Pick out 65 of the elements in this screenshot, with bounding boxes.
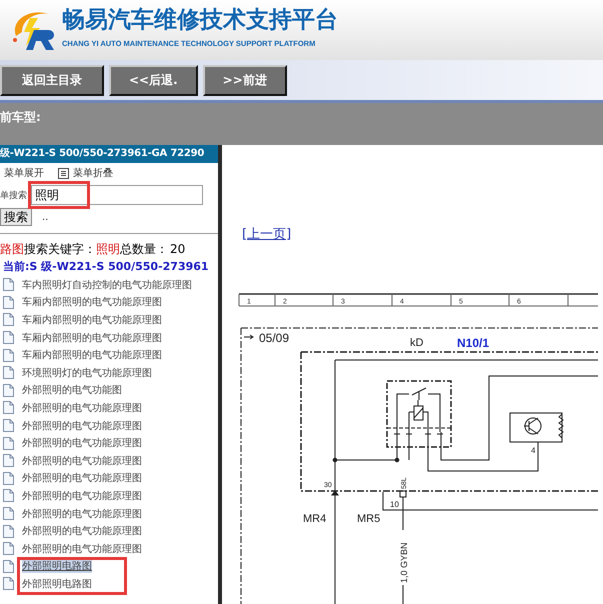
- document-icon: [3, 384, 14, 397]
- site-title: 畅易汽车维修技术支持平台: [62, 6, 338, 34]
- sheet-reference: 05/09: [259, 331, 290, 345]
- diagram-list-item[interactable]: 外部照明的电气功能原理图: [22, 506, 142, 521]
- keyword-label: 搜索关键字：: [24, 242, 96, 256]
- diagram-list-item[interactable]: 外部照明的电气功能原理图: [22, 400, 142, 415]
- connector-label: MR4: [303, 513, 326, 525]
- diagram-list-item[interactable]: 外部照明的电气功能原理图: [22, 454, 142, 468]
- document-icon: [3, 401, 14, 414]
- diagram-list-item[interactable]: 环境照明灯的电气功能原理图: [22, 366, 152, 380]
- diagram-list-item[interactable]: 车厢内部照明的电气功能原理图: [22, 330, 162, 345]
- diagram-list-item[interactable]: 车厢内部照明的电气功能原理图: [22, 295, 162, 310]
- document-icon: [3, 577, 14, 590]
- document-icon: [3, 560, 14, 573]
- sidebar-title: 级-W221-S 500/550-273961-GA 72290: [0, 145, 218, 163]
- diagram-list-item[interactable]: 外部照明电路图: [22, 559, 92, 574]
- annotation-frame: [28, 181, 90, 209]
- document-icon: [3, 419, 14, 432]
- module-code: kD: [410, 337, 424, 349]
- vehicle-label: 前车型:: [0, 110, 41, 124]
- diagram-list-item[interactable]: 车厢内部照明的电气功能原理图: [22, 312, 162, 327]
- search-hint: ..: [42, 212, 48, 222]
- document-icon: [3, 472, 14, 485]
- search-field[interactable]: 照明: [31, 185, 203, 205]
- document-icon: [3, 313, 14, 326]
- document-icon: [3, 436, 14, 450]
- document-icon: [3, 454, 14, 468]
- diagram-list-item[interactable]: 外部照明的电气功能图: [22, 383, 122, 398]
- nav-button[interactable]: <<后退.: [109, 64, 198, 96]
- search-label: 单搜索: [0, 190, 27, 202]
- document-icon: [3, 507, 14, 520]
- current-vehicle: 当前:S 级-W221-S 500/550-273961: [2, 259, 210, 275]
- diagram-list-item[interactable]: 外部照明的电气功能原理图: [22, 418, 142, 433]
- nav-button[interactable]: >>前进: [202, 64, 287, 96]
- diagram-list-item[interactable]: 车厢内部照明的电气功能原理图: [22, 348, 162, 362]
- diagram-list-item[interactable]: 外部照明的电气功能原理图: [22, 488, 142, 503]
- document-icon: [3, 366, 14, 380]
- document-icon: [3, 348, 14, 362]
- search-keyword: 照明: [96, 242, 120, 256]
- diagram-list-item[interactable]: 外部照明的电气功能原理图: [22, 542, 142, 556]
- diagram-list-item[interactable]: 外部照明的电气功能原理图: [22, 436, 142, 450]
- diagram-list-item[interactable]: 外部照明的电气功能原理图: [22, 471, 142, 486]
- document-icon: [3, 542, 14, 556]
- menu-toggle-link[interactable]: 菜单展开: [4, 166, 44, 180]
- previous-page-link[interactable]: [上一页]: [242, 225, 292, 243]
- document-icon: [3, 489, 14, 502]
- diagram-list-item[interactable]: 外部照明电路图: [22, 576, 92, 591]
- pin-label: 10: [390, 500, 399, 509]
- result-count: 20: [170, 242, 186, 256]
- pin-label: 4: [531, 446, 536, 455]
- menu-toggle-link[interactable]: 菜单折叠: [73, 166, 113, 180]
- document-icon: [3, 278, 14, 292]
- result-prefix: 路图: [0, 242, 24, 256]
- diagram-list-item[interactable]: 车内照明灯自动控制的电气功能原理图: [22, 278, 192, 292]
- module-id: N10/1: [457, 336, 490, 350]
- diagram-list-item[interactable]: 外部照明的电气功能原理图: [22, 524, 142, 538]
- document-icon: [3, 331, 14, 344]
- nav-button[interactable]: 返回主目录: [0, 64, 104, 96]
- count-label: 总数量：: [120, 242, 168, 256]
- search-button[interactable]: 搜索: [0, 208, 32, 226]
- connector-label: MR5: [357, 513, 380, 525]
- wire-label: 1,0 GYBN: [399, 542, 409, 583]
- menu-icon[interactable]: [58, 168, 69, 178]
- document-icon: [3, 524, 14, 538]
- document-icon: [3, 296, 14, 309]
